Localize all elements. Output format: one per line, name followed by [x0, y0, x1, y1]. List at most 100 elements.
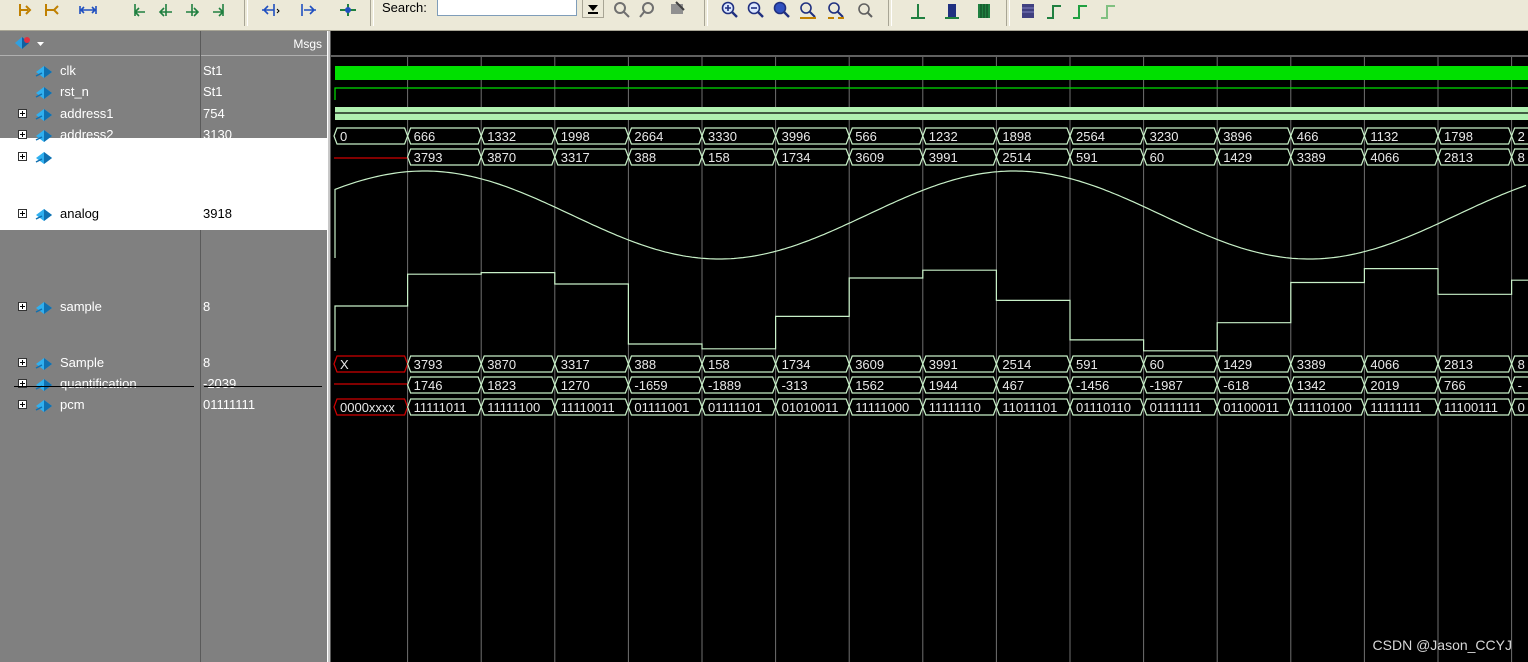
names-header: [0, 31, 200, 56]
signal-value[interactable]: 01111111: [200, 395, 329, 416]
search-input[interactable]: [437, 0, 577, 16]
signal-icon: [34, 84, 54, 100]
format-literal-icon[interactable]: [908, 0, 928, 20]
signal-value[interactable]: St1: [200, 82, 329, 103]
sample-bus-value: 60: [1150, 357, 1164, 372]
sample-bus-value: X: [340, 357, 349, 372]
pcm-bus-value: 11111110: [929, 400, 981, 415]
signal-value[interactable]: 8: [200, 147, 329, 168]
wave-type-menu-icon[interactable]: [12, 34, 48, 52]
address2-bus-value: 3230: [1150, 129, 1179, 144]
display-shape-icon[interactable]: [1018, 0, 1038, 20]
signal-row-sample[interactable]: Sample: [0, 353, 200, 374]
toolbar: Search:: [0, 0, 1528, 31]
signal-row-quantification[interactable]: quantification: [0, 374, 200, 395]
zoom-cursor-icon[interactable]: [798, 0, 818, 20]
zoom-in-icon[interactable]: [720, 0, 740, 20]
cursor-next-icon[interactable]: [182, 0, 202, 20]
signal-icon: [34, 127, 54, 143]
address2-bus-value: 3330: [708, 129, 737, 144]
expand-icon[interactable]: [18, 358, 27, 367]
insert-cursor-icon[interactable]: [16, 0, 36, 20]
signal-row-analog[interactable]: analog: [0, 204, 200, 225]
signal-icon: [34, 397, 54, 413]
pcm-bus-value: 01111101: [708, 400, 762, 415]
expand-icon[interactable]: [18, 400, 27, 409]
quantification-bus-value: -313: [782, 378, 808, 393]
signal-icon: [34, 106, 54, 122]
quantification-bus-value: 2019: [1370, 378, 1399, 393]
step-wave-alt-icon[interactable]: [1070, 0, 1090, 20]
quantification-bus-value: 1270: [561, 378, 590, 393]
search-backward-icon[interactable]: [638, 0, 658, 20]
signal-row-address1[interactable]: address1: [0, 104, 200, 125]
cursor-prev-icon[interactable]: [156, 0, 176, 20]
signal-row-rst-n[interactable]: rst_n: [0, 82, 200, 103]
wave-window[interactable]: 0 666 1332 1998 2664 3330 3996 566 1232 1898 2564 3…: [331, 31, 1528, 662]
signal-value[interactable]: 3130: [200, 125, 329, 146]
delete-cursor-icon[interactable]: [42, 0, 62, 20]
sample-bus-value: 3793: [414, 357, 443, 372]
expand-icon[interactable]: [18, 302, 27, 311]
values-header: Msgs: [201, 31, 330, 56]
signal-row-pcm[interactable]: pcm: [0, 395, 200, 416]
cursor-last-icon[interactable]: [208, 0, 228, 20]
signal-value[interactable]: -2039: [200, 374, 329, 395]
pcm-bus-value: 11111011: [414, 400, 467, 415]
waveform-canvas[interactable]: 0 666 1332 1998 2664 3330 3996 566 1232 1898 2564 3…: [331, 31, 1528, 662]
signal-value[interactable]: 8: [200, 353, 329, 374]
pcm-bus-value: 0000xxxx: [340, 400, 395, 415]
zoom-last-icon[interactable]: [854, 0, 874, 20]
format-logic-icon[interactable]: [942, 0, 962, 20]
pcm-bus-value: 11111000: [855, 400, 909, 415]
data-bus-value: 2514: [1002, 150, 1031, 165]
pcm-bus-value: 01110110: [1076, 400, 1131, 415]
data-bus-value: 3870: [487, 150, 516, 165]
step-wave-light-icon[interactable]: [1098, 0, 1118, 20]
find-transition-icon[interactable]: [338, 0, 358, 20]
zoom-out-icon[interactable]: [746, 0, 766, 20]
step-wave-icon[interactable]: [1044, 0, 1064, 20]
signal-value[interactable]: 8: [200, 297, 329, 318]
signal-value-text: St1: [203, 84, 223, 99]
cursor-first-icon[interactable]: [130, 0, 150, 20]
signal-name: address2: [60, 127, 114, 142]
sample-bus-value: 3317: [561, 357, 590, 372]
find-next-edge-icon[interactable]: [298, 0, 318, 20]
signal-row-sample[interactable]: sample: [0, 297, 200, 318]
find-previous-edge-icon[interactable]: [260, 0, 280, 20]
signal-icon: [34, 355, 54, 371]
signal-row-sin-1-vlg-tst-i1-data[interactable]: /sin_1_vlg_tst/i1/data: [0, 147, 200, 168]
address2-bus-value: 666: [414, 129, 436, 144]
signal-row-clk[interactable]: clk: [0, 61, 200, 82]
data-bus-value: 1429: [1223, 150, 1252, 165]
sample-bus-value: 8: [1518, 357, 1525, 372]
expand-icon[interactable]: [18, 130, 27, 139]
signal-icon: [34, 376, 54, 392]
expand-cursors-icon[interactable]: [78, 0, 98, 20]
signal-value[interactable]: 754: [200, 104, 329, 125]
format-event-icon[interactable]: [974, 0, 994, 20]
signal-value-text: 3918: [203, 206, 232, 221]
signal-value[interactable]: St1: [200, 61, 329, 82]
address2-bus-value: 466: [1297, 129, 1319, 144]
wave-header: [331, 31, 1528, 55]
expand-icon[interactable]: [18, 209, 27, 218]
expand-icon[interactable]: [18, 152, 27, 161]
quantification-bus-value: 1342: [1297, 378, 1326, 393]
zoom-range-icon[interactable]: [826, 0, 846, 20]
zoom-full-icon[interactable]: [772, 0, 792, 20]
signal-row-address2[interactable]: address2: [0, 125, 200, 146]
signal-value[interactable]: 3918: [200, 204, 329, 225]
expand-icon[interactable]: [18, 109, 27, 118]
signal-value-text: 8: [203, 299, 211, 314]
data-bus-value: 388: [634, 150, 656, 165]
search-forward-icon[interactable]: [612, 0, 632, 20]
signal-name: address1: [60, 106, 114, 121]
sample-bus-value: 2813: [1444, 357, 1473, 372]
search-label: Search:: [382, 0, 427, 15]
search-options-icon[interactable]: [668, 0, 688, 20]
toolbar-separator: [888, 0, 892, 26]
sample-bus-value: 1429: [1223, 357, 1252, 372]
search-dropdown-button[interactable]: [582, 0, 604, 18]
